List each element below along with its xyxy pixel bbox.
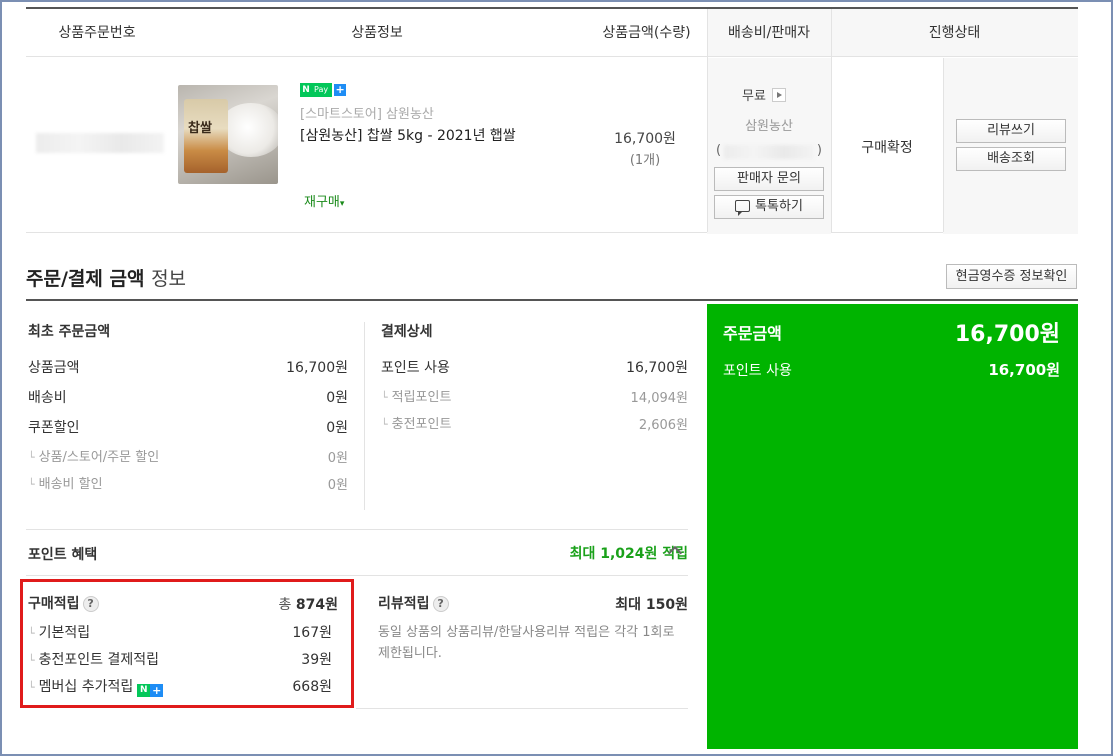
- npay-n-icon: N: [300, 83, 312, 97]
- payment-title-light: 정보: [151, 268, 187, 290]
- rebuy-link[interactable]: 재구매▾: [304, 191, 344, 210]
- initial-sub-label-text: 배송비 할인: [38, 477, 103, 492]
- review-points-note: 동일 상품의 상품리뷰/한달사용리뷰 적립은 각각 1회로 제한됩니다.: [378, 625, 675, 661]
- talk-button-label: 톡톡하기: [755, 199, 803, 214]
- action-cell: [943, 58, 1078, 234]
- track-delivery-button[interactable]: 배송조회: [956, 147, 1066, 171]
- initial-row-value: 0원: [326, 390, 348, 406]
- initial-amount-title: 최초 주문금액: [28, 324, 111, 340]
- payment-title-main: 주문/결제 금액: [26, 268, 145, 290]
- summary-order-value: 16,700원: [954, 322, 1060, 347]
- seller-id-blurred: [724, 145, 814, 159]
- initial-row-label: 상품금액: [28, 360, 80, 376]
- chat-icon: [735, 200, 751, 216]
- thumbnail-label: 찹쌀: [188, 121, 212, 136]
- initial-row-value: 0원: [326, 420, 348, 436]
- product-price: 16,700원: [614, 131, 676, 147]
- npay-label: Pay: [312, 83, 333, 97]
- rebuy-arrow-icon: ▾: [339, 199, 345, 209]
- summary-point-value: 16,700원: [988, 361, 1060, 379]
- payment-section-title: 주문/결제 금액 정보: [26, 264, 186, 291]
- rebuy-label: 재구매: [304, 195, 340, 210]
- initial-row-label: 쿠폰할인: [28, 420, 80, 436]
- tree-branch-icon: └: [28, 478, 35, 491]
- write-review-button[interactable]: 리뷰쓰기: [956, 119, 1066, 143]
- npay-plus-badge: N Pay +: [300, 83, 347, 97]
- seller-inquiry-button[interactable]: 판매자 문의: [714, 167, 824, 191]
- header-shipping-seller: 배송비/판매자: [707, 9, 831, 57]
- detail-row-label: 포인트 사용: [381, 360, 450, 376]
- product-name-link[interactable]: [삼원농산] 찹쌀 5kg - 2021년 햅쌀: [300, 125, 516, 145]
- shipping-fee: 무료: [742, 89, 766, 104]
- arrow-right-icon[interactable]: [771, 87, 786, 102]
- header-product-info: 상품정보: [168, 9, 586, 57]
- header-product-price: 상품금액(수량): [586, 9, 707, 57]
- seller-name: 삼원농산: [745, 119, 793, 134]
- detail-sub-label-text: 적립포인트: [391, 390, 452, 405]
- initial-row-label: 배송비: [28, 390, 67, 406]
- initial-sub-row-label: └ 배송비 할인: [28, 473, 103, 492]
- initial-row-value: 16,700원: [286, 360, 348, 376]
- points-max-toggle[interactable]: 최대 1,024원 적립: [466, 543, 688, 563]
- detail-sub-row-label: └ 충전포인트: [381, 413, 451, 432]
- detail-sub-row-value: 2,606원: [638, 418, 688, 433]
- points-title: 포인트 혜택: [28, 547, 98, 563]
- initial-sub-row-label: └ 상품/스토어/주문 할인: [28, 446, 159, 465]
- order-number-blurred: [36, 133, 164, 153]
- detail-sub-row-label: └ 적립포인트: [381, 386, 451, 405]
- talk-button[interactable]: 톡톡하기: [714, 195, 824, 219]
- initial-sub-label-text: 상품/스토어/주문 할인: [38, 450, 160, 465]
- tree-branch-icon: └: [381, 391, 388, 404]
- initial-sub-row-value: 0원: [327, 451, 348, 466]
- review-points-title: 리뷰적립?: [378, 593, 449, 613]
- product-quantity: (1개): [629, 153, 661, 168]
- detail-row-value: 16,700원: [626, 360, 688, 376]
- product-thumbnail[interactable]: 찹쌀: [178, 85, 278, 184]
- summary-point-label: 포인트 사용: [723, 363, 792, 379]
- paren-open: (: [716, 143, 722, 158]
- review-points-max: 최대 150원: [615, 597, 688, 613]
- payment-divider: [26, 299, 1078, 301]
- detail-sub-row-value: 14,094원: [630, 391, 688, 406]
- detail-sub-label-text: 충전포인트: [391, 417, 452, 432]
- cash-receipt-button[interactable]: 현금영수증 정보확인: [946, 264, 1077, 289]
- header-order-number: 상품주문번호: [26, 9, 168, 57]
- column-divider: [831, 9, 832, 232]
- tree-branch-icon: └: [381, 418, 388, 431]
- review-points-label: 리뷰적립: [378, 596, 430, 612]
- paren-close: ): [816, 143, 822, 158]
- shipping-fee-toggle[interactable]: 무료: [742, 85, 786, 104]
- summary-order-label: 주문금액: [723, 324, 782, 343]
- order-summary-panel: 주문금액 16,700원 포인트 사용 16,700원: [707, 304, 1078, 749]
- tree-branch-icon: └: [28, 451, 35, 464]
- header-status: 진행상태: [831, 9, 1078, 57]
- rice-bag-image: 찹쌀: [184, 99, 228, 173]
- initial-sub-row-value: 0원: [327, 478, 348, 493]
- store-name-link[interactable]: [스마트스토어] 삼원농산: [300, 103, 434, 122]
- column-divider: [943, 58, 944, 232]
- order-status: 구매확정: [861, 140, 913, 156]
- highlight-box: [20, 579, 354, 708]
- payment-detail-title: 결제상세: [381, 324, 433, 340]
- points-divider: [26, 575, 688, 576]
- points-divider: [26, 529, 688, 530]
- plus-icon: +: [334, 83, 347, 96]
- order-table: 상품주문번호 상품정보 상품금액(수량) 배송비/판매자 진행상태 찹쌀 N P…: [26, 7, 1078, 234]
- payment-column-divider: [364, 322, 365, 510]
- help-icon[interactable]: ?: [432, 596, 449, 612]
- points-bottom-divider: [356, 708, 688, 709]
- seller-id: ( ): [716, 143, 822, 159]
